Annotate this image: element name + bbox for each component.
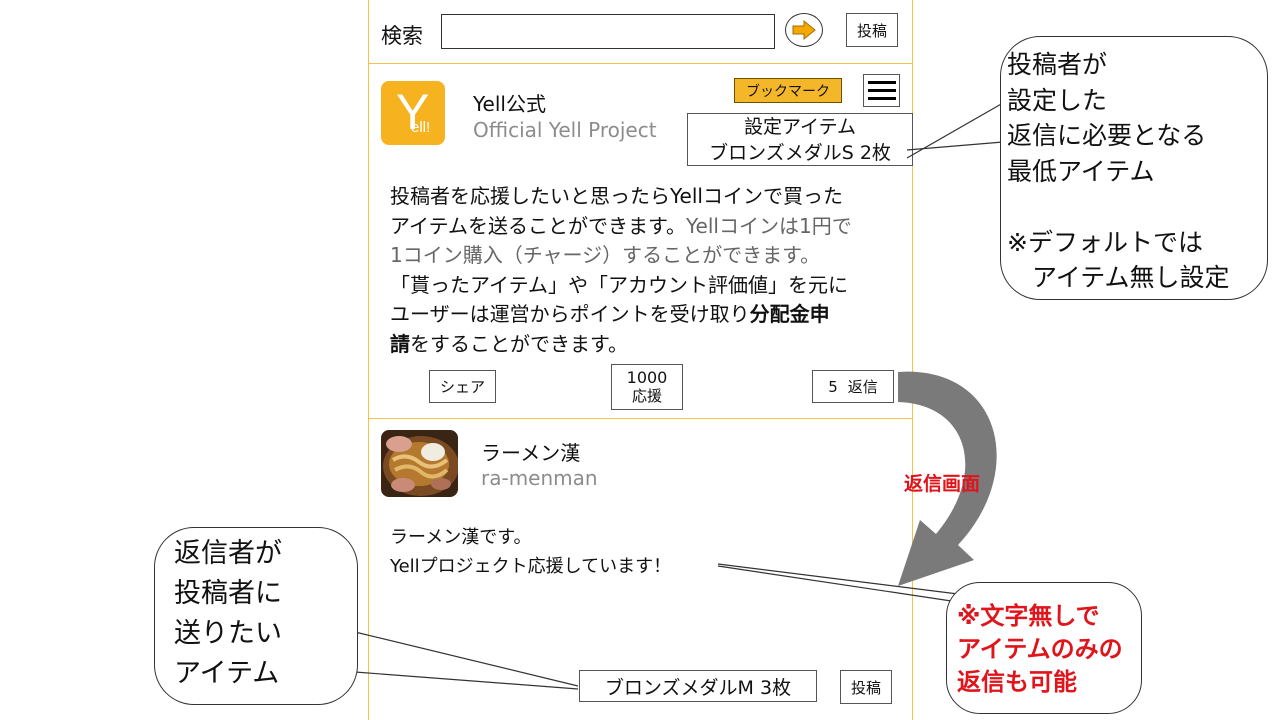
reply-screen-label: 返信画面 [904, 473, 981, 495]
callout-no-text-text: ※文字無しで アイテムのみの 返信も可能 [957, 602, 1123, 696]
callout-reply-item-text: 返信者が 投稿者に 送りたい アイテム [174, 538, 282, 689]
callout-min-item-text: 投稿者が 設定した 返信に必要となる 最低アイテム ※デフォルトでは アイテム無… [1007, 50, 1230, 292]
